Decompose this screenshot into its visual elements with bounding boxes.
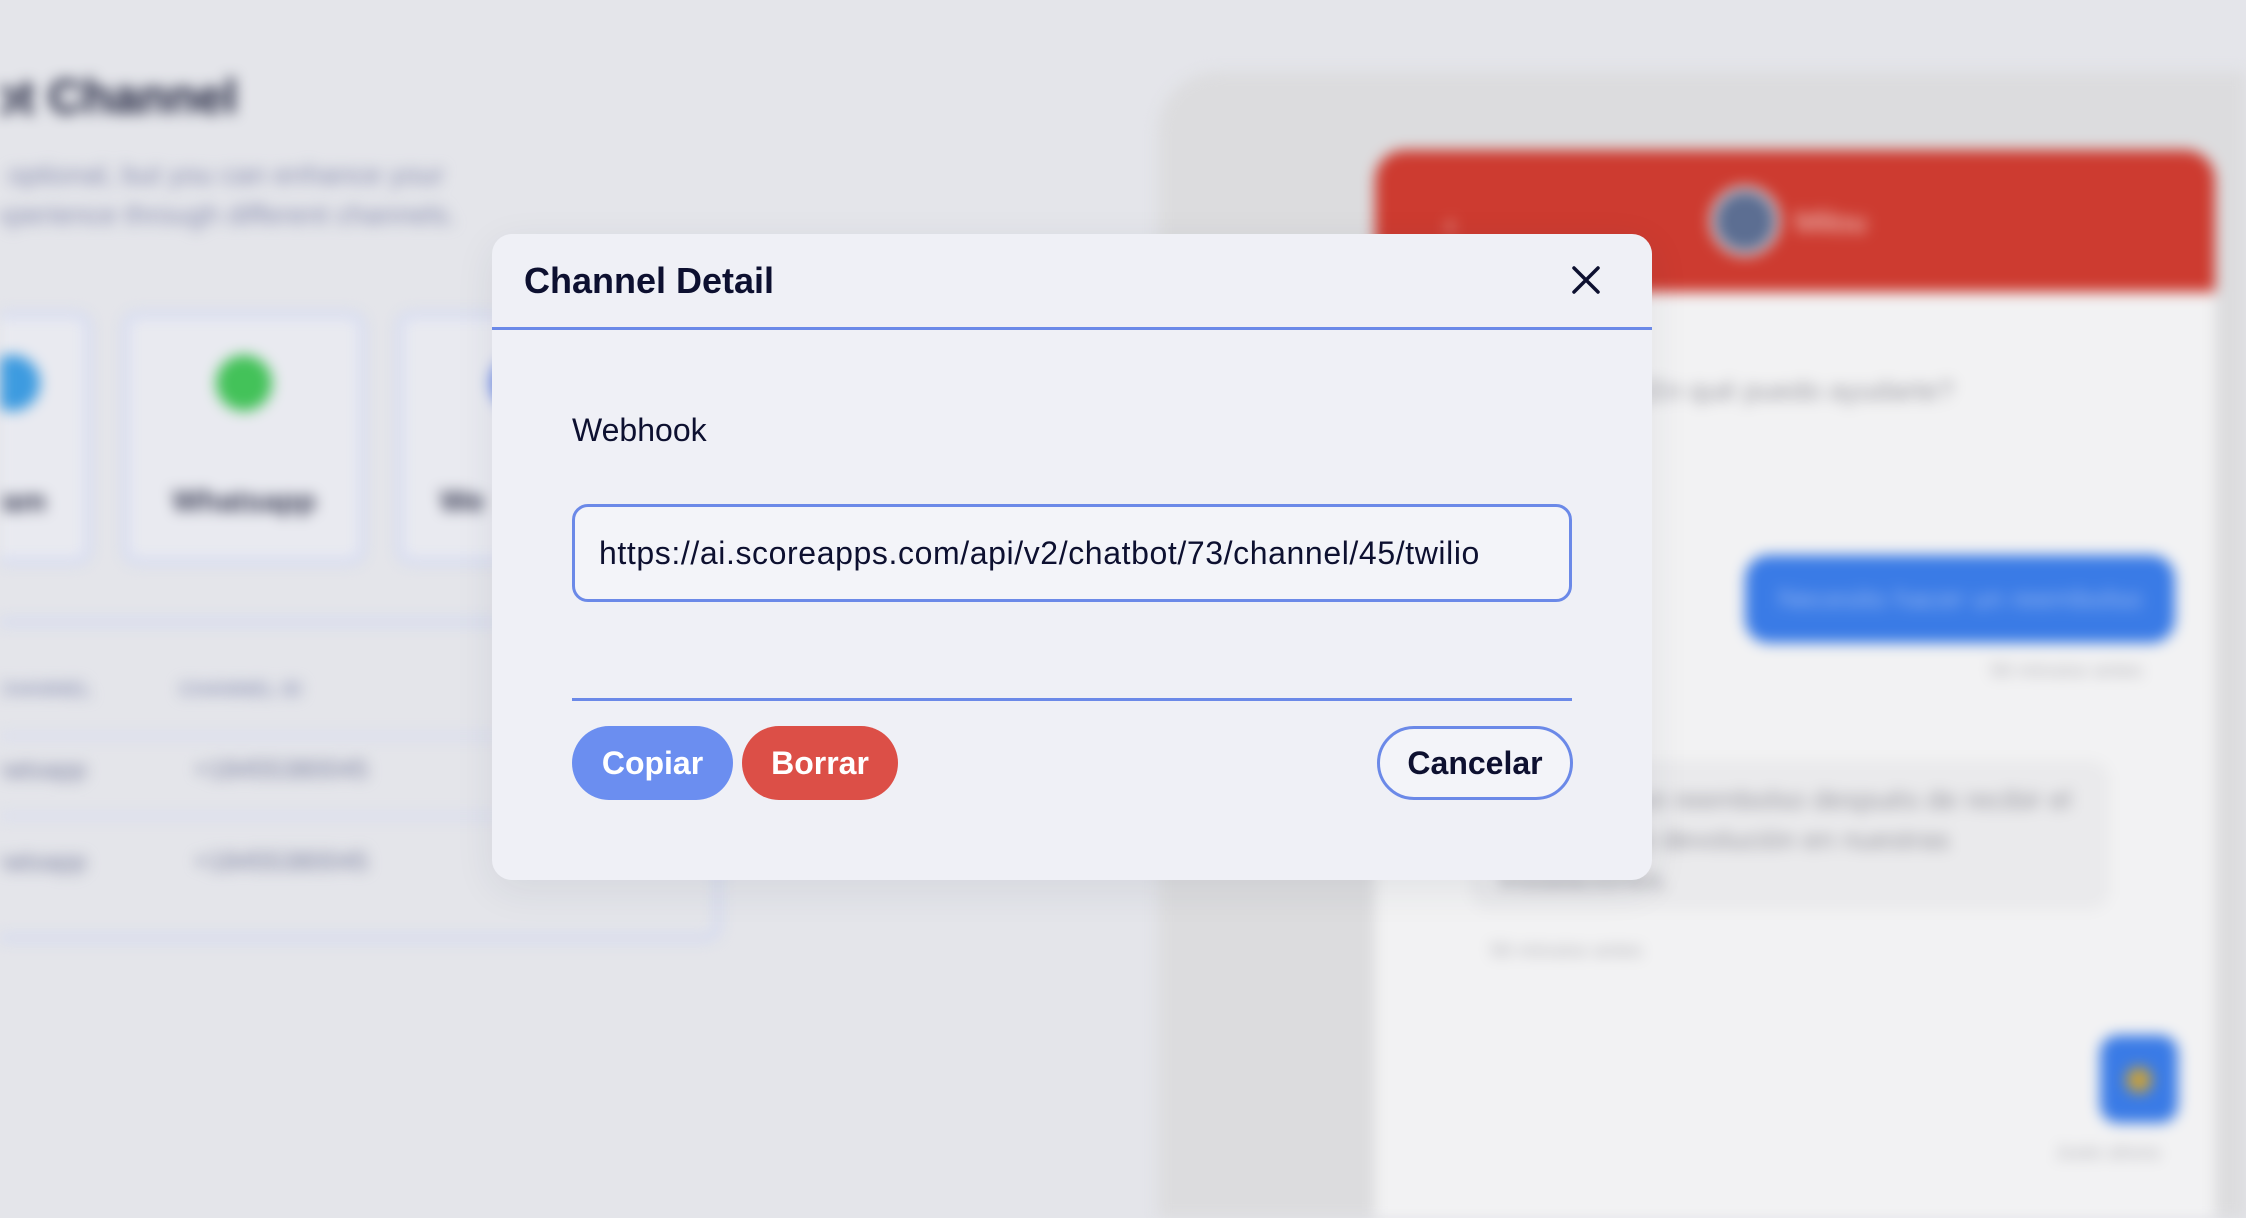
table-cell: hatsapp: [0, 754, 87, 784]
copy-button[interactable]: Copiar: [572, 726, 733, 800]
channel-detail-modal: Channel Detail Webhook Copiar Borrar Can…: [492, 234, 1652, 880]
webhook-label: Webhook: [572, 412, 707, 448]
channel-card-telegram[interactable]: ram: [0, 313, 90, 563]
chat-launcher-icon: [2126, 1067, 2152, 1093]
telegram-icon: [0, 355, 40, 411]
page-description: is optional, but you can enhance your ex…: [0, 159, 456, 230]
bot-greeting: ¿En qué puedo ayudarte?: [1630, 375, 1954, 406]
close-icon: [1572, 266, 1600, 294]
webhook-input[interactable]: [575, 507, 1569, 599]
message-timestamp: 56 minutos antes: [1990, 660, 2143, 682]
close-button[interactable]: [1566, 260, 1606, 300]
channel-card-label: ram: [0, 485, 46, 518]
page-title: bot Channel: [0, 71, 238, 124]
channel-card-label: Whatsapp: [172, 485, 316, 518]
table-header: CHANNEL ID: [179, 679, 302, 701]
table-header: CHANNEL: [0, 679, 92, 701]
modal-title: Channel Detail: [524, 260, 775, 301]
footer-divider: [572, 698, 1572, 701]
message-timestamp: 56 minutos antes: [1490, 940, 1643, 962]
webhook-field-wrapper: [572, 504, 1572, 602]
channel-card-whatsapp[interactable]: Whatsapp: [124, 313, 364, 563]
chat-launcher-button[interactable]: [2100, 1035, 2178, 1123]
whatsapp-icon: [216, 355, 272, 411]
modal-header: Channel Detail: [492, 234, 1652, 330]
delete-button[interactable]: Borrar: [742, 726, 898, 800]
table-cell: +18455380045: [194, 754, 369, 784]
table-cell: hatsapp: [0, 846, 87, 876]
cancel-button[interactable]: Cancelar: [1377, 726, 1573, 800]
bot-name: Milou: [1795, 206, 1867, 239]
table-cell: +18455380045: [194, 846, 369, 876]
launcher-caption: Justo ahora: [2055, 1142, 2160, 1164]
bot-avatar: [1710, 186, 1780, 256]
user-message-bubble: Necesito hacer un reembolso: [1745, 555, 2175, 643]
